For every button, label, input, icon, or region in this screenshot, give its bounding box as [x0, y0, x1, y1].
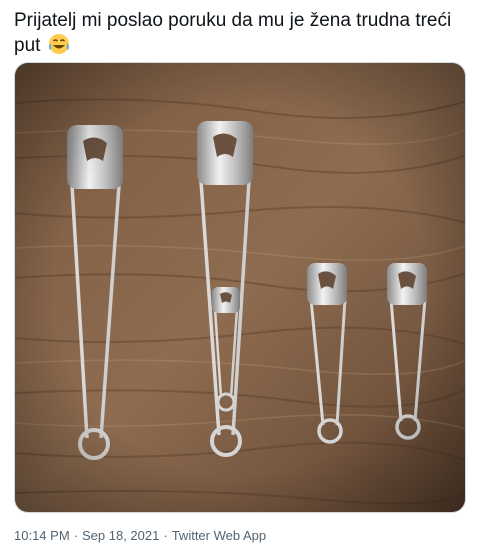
tweet-photo[interactable] [14, 62, 466, 513]
tweet-time[interactable]: 10:14 PM [14, 528, 70, 543]
tweet-date[interactable]: Sep 18, 2021 [82, 528, 159, 543]
tweet-text-content: Prijatelj mi poslao poruku da mu je žena… [14, 10, 452, 56]
tweet-text: Prijatelj mi poslao poruku da mu je žena… [14, 8, 464, 58]
meta-separator: · [73, 528, 78, 543]
tweet-client[interactable]: Twitter Web App [172, 528, 266, 543]
tweet-meta: 10:14 PM · Sep 18, 2021 · Twitter Web App [14, 528, 266, 543]
meta-separator: · [163, 528, 168, 543]
face-with-tears-of-joy-icon [48, 33, 70, 55]
safety-pins-photo [15, 63, 465, 512]
